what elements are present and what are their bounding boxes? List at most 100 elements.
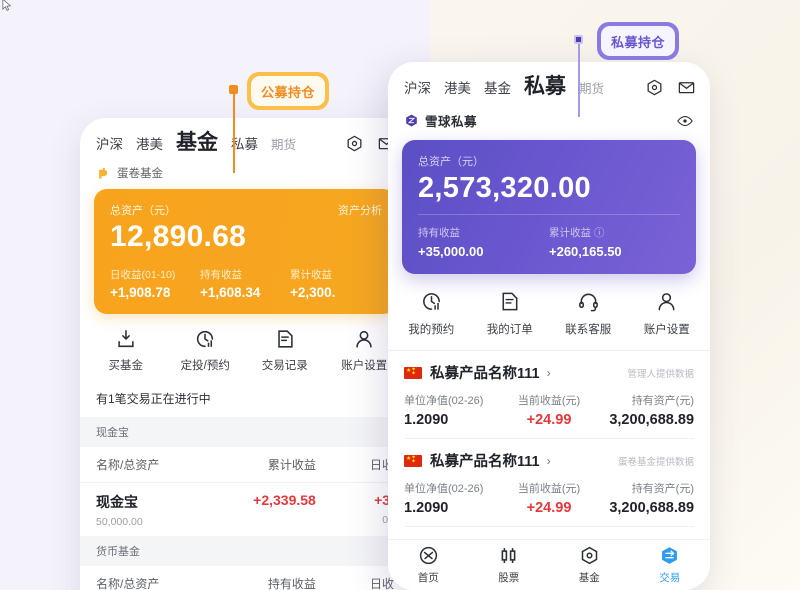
metric-nav: 单位净值(02-26) 1.2090: [404, 392, 501, 428]
stat-value: +2,300.: [290, 285, 380, 300]
xueqiu-icon: [404, 113, 419, 128]
public-asset-card: 资产分析 总资产（元） 12,890.68 日收益(01-10) +1,908.…: [94, 189, 396, 314]
left-topnav: 沪深 港美 基金 私募 期货: [80, 118, 410, 163]
stat-accumulated-profit: 累计收益 ⓘ +260,165.50: [549, 225, 680, 259]
tab-hushen[interactable]: 沪深: [404, 77, 431, 98]
product-header: ★✦✦ 私募产品名称111 › 管理人提供数据: [404, 362, 694, 383]
trade-icon: [659, 545, 680, 566]
product-name: 私募产品名称111: [430, 362, 540, 383]
target-icon[interactable]: [645, 78, 664, 97]
tab-simu[interactable]: 私募: [524, 76, 566, 98]
action-contact-support[interactable]: 联系客服: [549, 290, 628, 337]
money-fund-table-header: 名称/总资产 持有收益 日收: [80, 566, 410, 590]
user-icon: [655, 290, 678, 313]
tab-label: 基金: [579, 570, 600, 585]
action-plan-booking[interactable]: 定投/预约: [166, 328, 246, 373]
metric-key: 持有资产(元): [597, 392, 694, 408]
metric-current-profit: 当前收益(元) +24.99: [501, 392, 598, 428]
metric-key: 持有资产(元): [597, 480, 694, 496]
row-total-profit: +2,339.58: [253, 492, 316, 508]
mail-icon[interactable]: [677, 78, 696, 97]
row-subvalue: 50,000.00: [96, 516, 143, 528]
target-icon[interactable]: [345, 134, 364, 153]
stat-daily-profit: 日收益(01-10) +1,908.78: [110, 267, 200, 300]
cn-flag-icon: ★✦✦: [404, 367, 422, 379]
col-name: 名称/总资产: [96, 456, 218, 473]
private-fund-phone: 沪深 港美 基金 私募 期货 雪球私募: [388, 62, 710, 590]
tab-jijin[interactable]: 基金: [484, 77, 511, 98]
product-name: 私募产品名称111: [430, 450, 540, 471]
tab-fund[interactable]: 基金: [549, 545, 630, 585]
action-label: 账户设置: [644, 321, 690, 337]
list-item[interactable]: ★✦✦ 私募产品名称111 › 管理人提供数据 单位净值(02-26) 1.20…: [388, 351, 710, 438]
action-my-orders[interactable]: 我的订单: [471, 290, 550, 337]
chevron-right-icon[interactable]: ›: [547, 454, 551, 468]
tab-simu[interactable]: 私募: [231, 133, 258, 154]
stat-key: 持有收益: [418, 225, 549, 240]
stat-total-profit: 累计收益 +2,300.: [290, 267, 380, 300]
public-callout-badge[interactable]: 公募持仓: [247, 72, 329, 110]
metric-value: 1.2090: [404, 500, 501, 516]
action-trade-records[interactable]: 交易记录: [245, 328, 325, 373]
metric-holding-asset: 持有资产(元) 3,200,688.89: [597, 480, 694, 516]
action-label: 我的订单: [487, 321, 533, 337]
document-icon: [498, 290, 521, 313]
action-label: 联系客服: [565, 321, 611, 337]
user-icon: [353, 328, 375, 350]
action-buy-fund[interactable]: 买基金: [86, 328, 166, 373]
left-quick-actions: 买基金 定投/预约 交易记录: [80, 314, 410, 385]
public-callout-label: 公募持仓: [251, 76, 325, 106]
section-title-cash: 现金宝: [80, 417, 410, 447]
tab-label: 股票: [498, 570, 519, 585]
info-icon[interactable]: ⓘ: [594, 225, 605, 240]
stat-value: +1,908.78: [110, 285, 200, 300]
tab-stock[interactable]: 股票: [469, 545, 550, 585]
headset-icon: [577, 290, 600, 313]
chevron-right-icon[interactable]: ›: [547, 366, 551, 380]
private-callout-leader-line: [578, 39, 580, 117]
metric-key: 单位净值(02-26): [404, 480, 501, 496]
metric-current-profit: 当前收益(元) +24.99: [501, 480, 598, 516]
table-row[interactable]: 现金宝 50,000.00 +2,339.58 +3. 03: [80, 482, 410, 536]
pending-trade-notice[interactable]: 有1笔交易正在进行中: [80, 385, 410, 417]
action-my-booking[interactable]: 我的预约: [392, 290, 471, 337]
tab-home[interactable]: 首页: [388, 545, 469, 585]
action-label: 定投/预约: [181, 357, 230, 373]
eye-icon[interactable]: [676, 112, 694, 130]
product-header: ★✦✦ 私募产品名称111 › 蛋卷基金提供数据: [404, 450, 694, 471]
list-item[interactable]: ★✦✦ 私募产品名称111 › 蛋卷基金提供数据 单位净值(02-26) 1.2…: [388, 439, 710, 526]
action-account-settings[interactable]: 账户设置: [628, 290, 707, 337]
private-asset-stats: 持有收益 +35,000.00 累计收益 ⓘ +260,165.50: [418, 225, 680, 259]
danjuan-icon: [96, 166, 111, 181]
tab-trade[interactable]: 交易: [630, 545, 711, 585]
stat-value: +35,000.00: [418, 244, 549, 259]
tab-qihuo[interactable]: 期货: [579, 78, 604, 98]
tab-jijin[interactable]: 基金: [176, 132, 218, 154]
private-asset-card: 总资产（元） 2,573,320.00 持有收益 +35,000.00 累计收益…: [402, 140, 696, 274]
bottom-tabbar: 首页 股票 基金: [388, 539, 710, 590]
public-asset-stats: 日收益(01-10) +1,908.78 持有收益 +1,608.34 累计收益…: [110, 267, 380, 300]
metric-key: 当前收益(元): [501, 392, 598, 408]
metric-key: 单位净值(02-26): [404, 392, 501, 408]
col-daily: 日收: [316, 575, 394, 590]
tab-gangmei[interactable]: 港美: [136, 133, 163, 154]
tab-label: 首页: [418, 570, 439, 585]
action-label: 买基金: [109, 357, 144, 373]
tab-qihuo[interactable]: 期货: [271, 134, 296, 154]
total-asset-amount: 12,890.68: [110, 221, 380, 253]
stat-value: +1,608.34: [200, 285, 290, 300]
metric-value: +24.99: [501, 500, 598, 516]
asset-analysis-link[interactable]: 资产分析: [338, 202, 382, 218]
tab-hushen[interactable]: 沪深: [96, 133, 123, 154]
right-quick-actions: 我的预约 我的订单 联系客服: [388, 274, 710, 350]
metric-holding-asset: 持有资产(元) 3,200,688.89: [597, 392, 694, 428]
public-callout-anchor-dot: [229, 85, 238, 94]
metric-nav: 单位净值(02-26) 1.2090: [404, 480, 501, 516]
private-callout-badge[interactable]: 私募持仓: [597, 22, 679, 60]
tab-gangmei[interactable]: 港美: [444, 77, 471, 98]
stat-holding-profit: 持有收益 +35,000.00: [418, 225, 549, 259]
clock-chart-icon: [194, 328, 216, 350]
cash-table-header: 名称/总资产 累计收益 日收: [80, 447, 410, 482]
row-name: 现金宝: [96, 494, 138, 510]
product-metrics: 单位净值(02-26) 1.2090 当前收益(元) +24.99 持有资产(元…: [404, 392, 694, 428]
